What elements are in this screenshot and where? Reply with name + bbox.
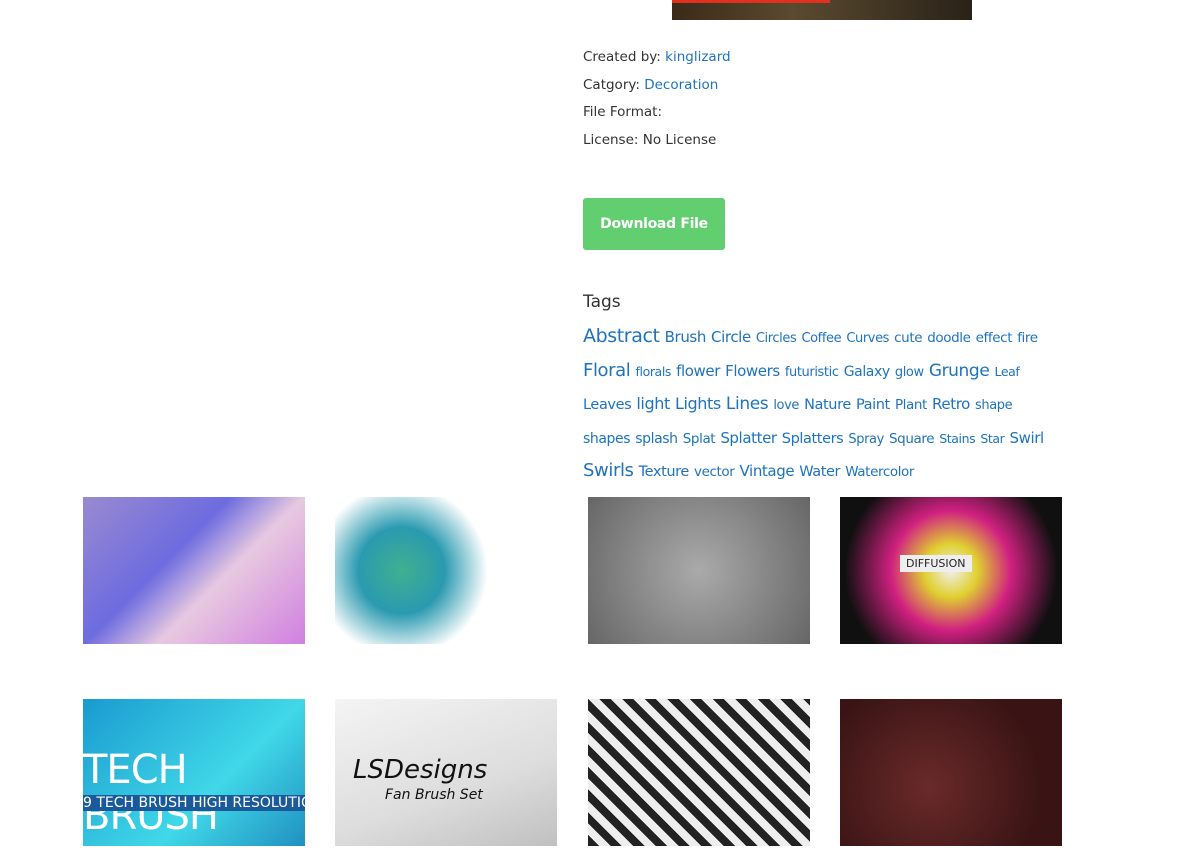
- tag-link[interactable]: Texture: [639, 464, 690, 480]
- tag-link[interactable]: Galaxy: [844, 364, 890, 380]
- hero-image: [672, 0, 972, 20]
- tag-link[interactable]: florals: [636, 364, 672, 379]
- tag-link[interactable]: shapes: [583, 431, 631, 447]
- license-label: License:: [583, 132, 639, 149]
- tag-link[interactable]: Splat: [683, 431, 716, 447]
- format-label: File Format:: [583, 104, 663, 121]
- tag-link[interactable]: fire: [1017, 330, 1038, 346]
- tag-link[interactable]: doodle: [927, 330, 971, 346]
- related-thumbnail[interactable]: DIFFUSION: [840, 497, 1062, 644]
- thumbnail-logo-text: LSDesigns: [353, 755, 488, 785]
- thumbnail-subtitle: 9 TECH BRUSH HIGH RESOLUTION: [83, 795, 305, 811]
- tag-link[interactable]: Paint: [856, 397, 890, 413]
- category-link[interactable]: Decoration: [644, 77, 718, 93]
- license-value: No License: [642, 132, 717, 149]
- tag-link[interactable]: Lights: [675, 394, 721, 413]
- related-thumbnail[interactable]: LSDesigns Fan Brush Set: [335, 699, 557, 846]
- tag-link[interactable]: Circle: [711, 328, 751, 346]
- tag-link[interactable]: love: [773, 398, 799, 413]
- tag-link[interactable]: Splatter: [720, 429, 777, 447]
- tag-link[interactable]: Square: [889, 431, 935, 447]
- tag-link[interactable]: Curves: [846, 331, 889, 346]
- category-label: Catgory:: [583, 76, 640, 93]
- tag-link[interactable]: Splatters: [782, 431, 844, 447]
- tag-link[interactable]: shape: [975, 398, 1013, 413]
- file-meta: Created by: kinglizard Catgory: Decorati…: [583, 44, 731, 155]
- tag-link[interactable]: cute: [894, 330, 922, 346]
- tag-link[interactable]: Swirls: [583, 460, 634, 481]
- tag-link[interactable]: Lines: [726, 394, 769, 414]
- tag-link[interactable]: Plant: [895, 397, 927, 413]
- related-thumbnail[interactable]: TECH BRUSH 9 TECH BRUSH HIGH RESOLUTION: [83, 699, 305, 846]
- tag-link[interactable]: Floral: [583, 360, 631, 381]
- related-thumbnail[interactable]: [588, 699, 810, 846]
- thumbnail-subtitle: Fan Brush Set: [385, 787, 483, 803]
- tag-link[interactable]: Nature: [804, 397, 851, 413]
- tag-link[interactable]: futuristic: [785, 365, 839, 380]
- tag-link[interactable]: Flowers: [725, 362, 780, 380]
- related-thumbnail[interactable]: [335, 497, 557, 644]
- tag-link[interactable]: effect: [976, 330, 1013, 346]
- tag-link[interactable]: Leaf: [994, 364, 1019, 379]
- tag-link[interactable]: Coffee: [801, 331, 841, 346]
- tag-link[interactable]: Leaves: [583, 397, 632, 413]
- tag-link[interactable]: vector: [694, 464, 735, 480]
- tag-link[interactable]: Star: [980, 431, 1004, 446]
- tag-link[interactable]: Retro: [932, 395, 970, 413]
- tag-link[interactable]: Grunge: [929, 361, 990, 381]
- thumbnail-logo-text: TECH BRUSH: [83, 747, 219, 839]
- tag-link[interactable]: light: [636, 394, 670, 413]
- created-label: Created by:: [583, 49, 661, 65]
- tag-cloud: Abstract Brush Circle Circles Coffee Cur…: [583, 321, 1053, 489]
- thumbnail-logo-text: DIFFUSION: [900, 555, 972, 572]
- tags-heading: Tags: [583, 292, 621, 312]
- tag-link[interactable]: Stains: [939, 431, 975, 446]
- tag-link[interactable]: splash: [635, 431, 678, 447]
- download-file-button[interactable]: Download File: [583, 198, 725, 250]
- tag-link[interactable]: Spray: [848, 432, 884, 447]
- tag-link[interactable]: Water: [799, 464, 840, 480]
- tag-link[interactable]: Brush: [665, 328, 707, 346]
- tag-link[interactable]: Vintage: [740, 462, 795, 480]
- tag-link[interactable]: Watercolor: [845, 464, 914, 480]
- tag-link[interactable]: Swirl: [1010, 429, 1045, 447]
- related-thumbnail[interactable]: [83, 497, 305, 644]
- tag-link[interactable]: flower: [676, 362, 720, 380]
- author-link[interactable]: kinglizard: [665, 49, 730, 65]
- tag-link[interactable]: Circles: [756, 331, 797, 346]
- related-thumbnail[interactable]: [840, 699, 1062, 846]
- tag-link[interactable]: Abstract: [583, 325, 660, 347]
- related-thumbnail[interactable]: [588, 497, 810, 644]
- tag-link[interactable]: glow: [895, 365, 924, 380]
